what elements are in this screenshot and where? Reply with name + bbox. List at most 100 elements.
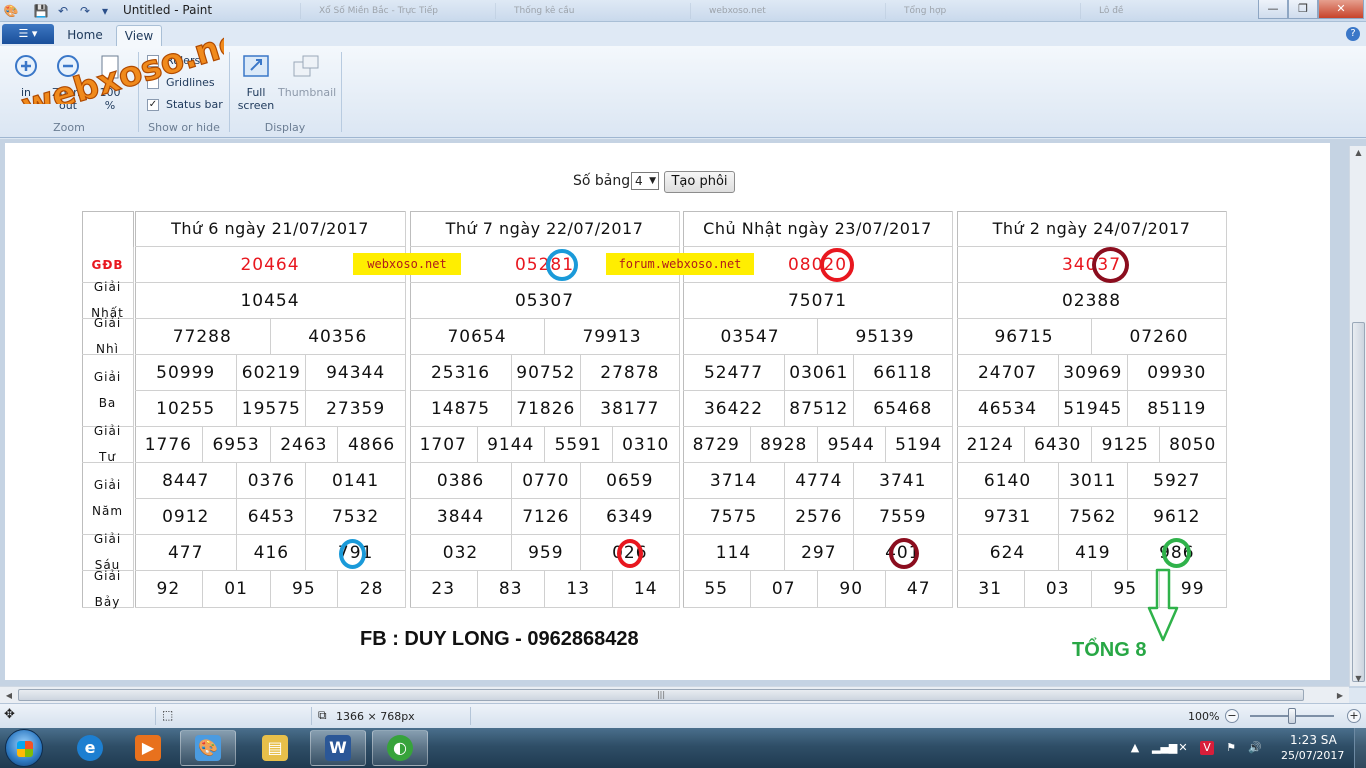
word-icon[interactable]: W <box>310 730 366 766</box>
redo-icon[interactable]: ↷ <box>77 3 93 19</box>
prize-label-text: GĐB <box>91 257 124 272</box>
scroll-up-icon[interactable]: ▲ <box>1352 148 1365 158</box>
zoom-in-icon <box>15 55 37 77</box>
scroll-thumb[interactable] <box>1352 322 1365 682</box>
zoom-out-label-2: out <box>58 99 77 112</box>
sixth-prize: 032 <box>410 535 513 571</box>
dropdown-arrow-icon: ▼ <box>649 176 656 186</box>
table-count-select[interactable]: 4 ▼ <box>631 172 659 190</box>
status-separator <box>311 707 312 725</box>
day-header: Chủ Nhật ngày 23/07/2017 <box>683 211 953 247</box>
tab-home[interactable]: Home <box>62 25 108 46</box>
first-prize: 02388 <box>957 283 1227 319</box>
show-hidden-icons-icon[interactable]: ▲ <box>1128 741 1142 755</box>
watermark-webxoso: webxoso.net <box>353 253 461 275</box>
tab-view[interactable]: View <box>116 25 162 46</box>
scroll-down-icon[interactable]: ▼ <box>1352 674 1365 684</box>
fourth-prize: 5194 <box>885 427 953 463</box>
third-prize: 46534 <box>957 391 1060 427</box>
paint-menu-button[interactable]: ☰ ▾ <box>2 24 54 44</box>
scroll-right-icon[interactable]: ▶ <box>1334 690 1346 701</box>
zoom-out-button[interactable]: Zoom out <box>50 52 86 112</box>
background-tab: Lô đề <box>1080 3 1250 19</box>
volume-icon[interactable]: 🔊 <box>1248 741 1262 755</box>
group-separator <box>341 52 342 132</box>
seventh-prize: 31 <box>957 571 1025 608</box>
close-button[interactable]: ✕ <box>1318 0 1364 19</box>
cursor-position-icon: ✥ <box>4 707 15 722</box>
sixth-prize: 791 <box>306 535 406 571</box>
second-prize: 79913 <box>545 319 680 355</box>
tao-phoi-button[interactable]: Tạo phôi <box>664 171 735 193</box>
maximize-button[interactable]: ❐ <box>1288 0 1318 19</box>
internet-explorer-icon[interactable]: e <box>62 730 118 766</box>
minimize-button[interactable]: — <box>1258 0 1288 19</box>
prize-label-text: Giải <box>93 370 122 384</box>
clock-date[interactable]: 25/07/2017 <box>1281 749 1344 762</box>
prize-label-text: Ba <box>98 396 117 410</box>
fourth-prize: 9125 <box>1092 427 1160 463</box>
third-prize: 85119 <box>1127 391 1227 427</box>
undo-icon[interactable]: ↶ <box>55 3 71 19</box>
full-screen-button[interactable]: Full screen <box>236 52 276 112</box>
seventh-prize: 14 <box>612 571 680 608</box>
show-desktop-button[interactable] <box>1354 728 1366 768</box>
seventh-prize: 83 <box>477 571 545 608</box>
zoom-minus-button[interactable]: − <box>1225 709 1239 723</box>
check-icon[interactable]: ✓ <box>147 99 159 111</box>
image-size-icon: ⧉ <box>318 708 327 722</box>
coccoc-browser-icon[interactable]: ◐ <box>372 730 428 766</box>
save-icon[interactable]: 💾 <box>33 3 49 19</box>
third-prize: 24707 <box>957 355 1060 391</box>
zoom-100-button[interactable]: 100 % <box>93 52 127 112</box>
media-player-icon[interactable]: ▶ <box>120 730 176 766</box>
prize-label-text: Năm <box>91 504 124 518</box>
down-arrow-icon <box>1147 568 1179 642</box>
horizontal-scrollbar[interactable]: ◀ ||| ▶ <box>0 686 1349 703</box>
day-header: Thứ 2 ngày 24/07/2017 <box>957 211 1227 247</box>
scroll-thumb[interactable]: ||| <box>18 689 1304 701</box>
zoom-100-label-1: 100 <box>99 86 121 99</box>
seventh-prize: 23 <box>410 571 478 608</box>
fourth-prize: 1707 <box>410 427 478 463</box>
help-icon[interactable]: ? <box>1346 27 1360 41</box>
fourth-prize: 8729 <box>683 427 751 463</box>
selection-size-icon: ⬚ <box>162 708 174 722</box>
vertical-scrollbar[interactable]: ▲ ▼ <box>1349 146 1366 686</box>
fifth-prize: 0912 <box>135 499 238 535</box>
paint-taskbar-icon[interactable]: 🎨 <box>180 730 236 766</box>
zoom-slider-thumb[interactable] <box>1288 708 1296 724</box>
clock-time[interactable]: 1:23 SA <box>1290 733 1337 747</box>
zoom-in-button[interactable]: in <box>8 52 44 99</box>
gridlines-checkbox-box[interactable] <box>147 77 159 89</box>
fourth-prize: 0310 <box>612 427 680 463</box>
fifth-prize: 8447 <box>135 463 238 499</box>
vpn-icon[interactable]: V <box>1200 741 1214 755</box>
second-prize: 95139 <box>818 319 953 355</box>
rulers-checkbox-box[interactable] <box>147 55 159 67</box>
paint-app-icon[interactable]: 🎨 <box>3 3 19 19</box>
fifth-prize: 3714 <box>683 463 786 499</box>
start-button[interactable] <box>5 729 43 767</box>
statusbar-label: Status bar <box>166 98 223 111</box>
network-error-icon[interactable]: ✕ <box>1176 741 1190 755</box>
status-separator <box>155 707 156 725</box>
scroll-left-icon[interactable]: ◀ <box>3 690 15 701</box>
customize-toolbar-icon[interactable]: ▾ <box>97 3 113 19</box>
flag-icon[interactable]: ⚑ <box>1224 741 1238 755</box>
fourth-prize: 9144 <box>477 427 545 463</box>
fourth-prize: 6430 <box>1024 427 1092 463</box>
network-signal-icon[interactable]: ▂▄▆ <box>1152 741 1177 755</box>
status-bar: ✥ ⬚ ⧉ 1366 × 768px 100% − + <box>0 703 1366 728</box>
special-prize: 34037 <box>957 247 1227 283</box>
file-explorer-icon[interactable]: ▤ <box>247 730 303 766</box>
page-icon <box>101 55 119 79</box>
zoom-plus-button[interactable]: + <box>1347 709 1361 723</box>
third-prize: 03061 <box>785 355 854 391</box>
thumbnail-button[interactable]: Thumbnail <box>278 52 336 99</box>
third-prize: 60219 <box>237 355 307 391</box>
prize-label: Giải Sáu <box>82 533 134 572</box>
third-prize: 87512 <box>785 391 854 427</box>
fourth-prize: 2124 <box>957 427 1025 463</box>
first-prize: 05307 <box>410 283 680 319</box>
